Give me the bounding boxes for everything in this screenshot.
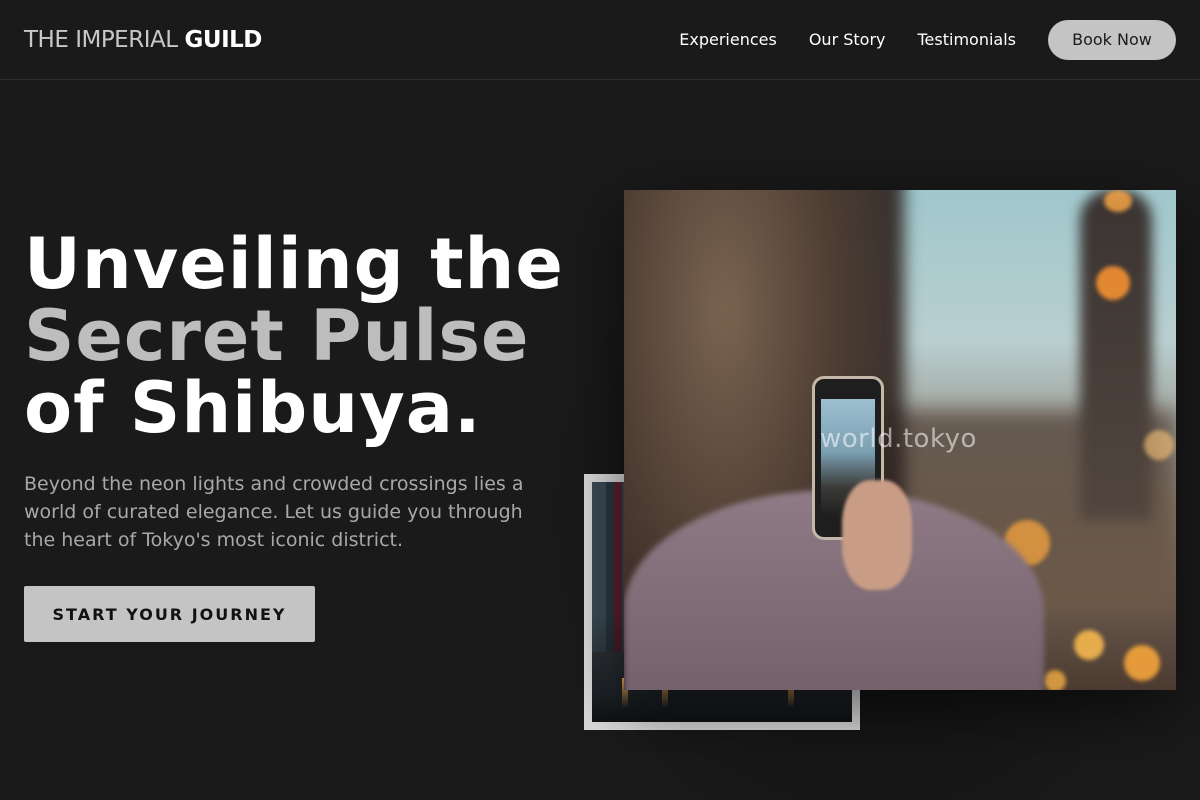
logo-light-text: THE IMPERIAL <box>24 26 178 53</box>
photo-tower <box>1080 190 1152 520</box>
headline-line-2: Secret Pulse <box>24 295 530 377</box>
nav-link-experiences[interactable]: Experiences <box>679 30 777 49</box>
book-now-button[interactable]: Book Now <box>1048 19 1176 60</box>
nav-link-testimonials[interactable]: Testimonials <box>918 30 1017 49</box>
headline-line-1: Unveiling the <box>24 223 564 305</box>
photo-hand <box>842 480 912 590</box>
bokeh-light <box>1096 266 1130 300</box>
navbar: THE IMPERIAL GUILD Experiences Our Story… <box>0 0 1200 80</box>
logo-bold-text: GUILD <box>184 26 263 53</box>
headline-line-3: of Shibuya. <box>24 367 482 449</box>
bokeh-light <box>1104 190 1132 212</box>
photo-watermark: world.tokyo <box>820 424 977 454</box>
site-logo[interactable]: THE IMPERIAL GUILD <box>24 27 262 53</box>
hero-subtext: Beyond the neon lights and crowded cross… <box>24 473 524 551</box>
hero-headline: Unveiling the Secret Pulse of Shibuya. <box>24 228 584 444</box>
hero-section: Unveiling the Secret Pulse of Shibuya. B… <box>24 228 584 642</box>
nav-links: Experiences Our Story Testimonials Book … <box>647 19 1176 60</box>
bokeh-light <box>1124 645 1160 681</box>
bokeh-light <box>1044 670 1066 690</box>
bokeh-light <box>1144 430 1174 460</box>
bokeh-light <box>1074 630 1104 660</box>
nav-link-our-story[interactable]: Our Story <box>809 30 886 49</box>
start-journey-button[interactable]: START YOUR JOURNEY <box>24 586 315 642</box>
hero-photo: world.tokyo <box>624 190 1176 690</box>
